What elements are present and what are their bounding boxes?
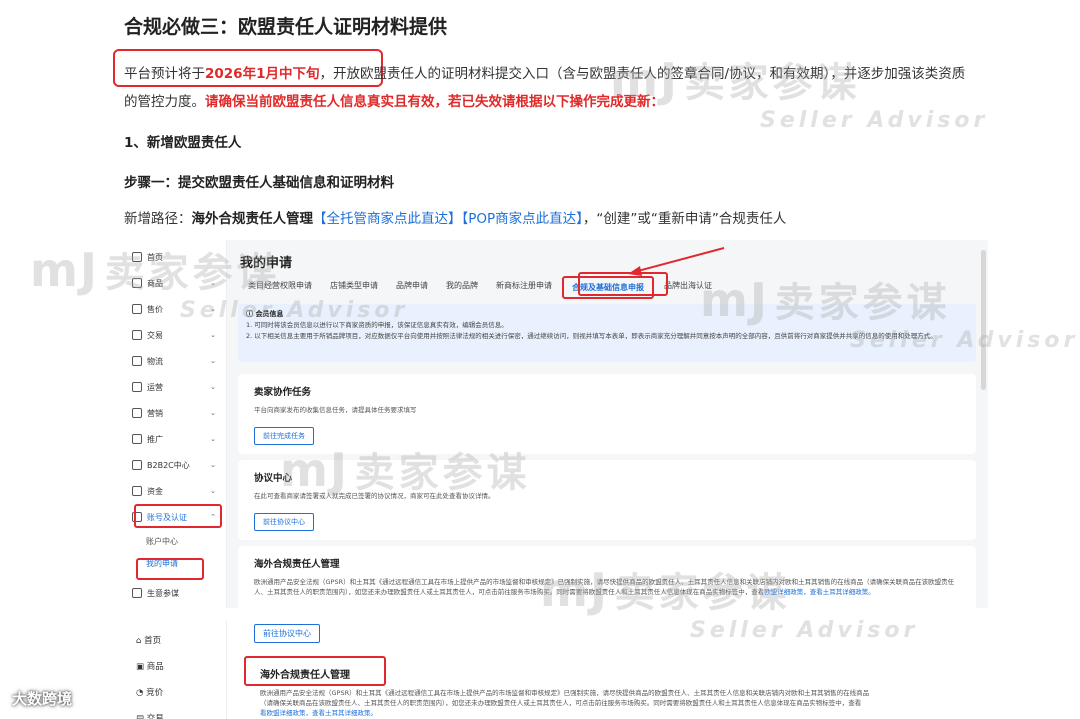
menu-icon bbox=[132, 252, 142, 262]
card-title: 卖家协作任务 bbox=[254, 387, 312, 398]
sidebar-item-label: 售价 bbox=[147, 304, 163, 314]
sidebar-sub-account-center[interactable]: 账户中心 bbox=[126, 530, 226, 552]
menu-icon bbox=[132, 278, 142, 288]
card-title: 协议中心 bbox=[254, 473, 293, 484]
sidebar-item-bidding[interactable]: ◔ 竞价 bbox=[136, 686, 163, 698]
scrollbar[interactable] bbox=[981, 250, 986, 390]
tab-item[interactable]: 类目经营权限申请 bbox=[240, 276, 320, 299]
chevron-icon: ⌄ bbox=[210, 331, 216, 339]
path-suffix: ，“创建”或“重新申请”合规责任人 bbox=[582, 211, 787, 227]
chevron-icon: ⌄ bbox=[210, 305, 216, 313]
tab-item[interactable]: 店铺类型申请 bbox=[322, 276, 386, 299]
sidebar-item[interactable]: 推广 ⌄ bbox=[126, 426, 226, 452]
card-title: 海外合规责任人管理 bbox=[260, 670, 350, 681]
notice-title: ⓘ 会员信息 bbox=[246, 310, 284, 318]
sidebar: ⌂ 首页 ▣ 商品 ◔ 竞价 ▤ 交易 bbox=[126, 620, 227, 719]
sidebar-item-label: 运营 bbox=[147, 382, 163, 392]
menu-icon bbox=[132, 382, 142, 392]
sidebar-item[interactable]: 物流 ⌄ bbox=[126, 348, 226, 374]
sidebar-item[interactable]: B2B2C中心 ⌄ bbox=[126, 452, 226, 478]
policy-links[interactable]: 欧盟详细政策，查看土耳其详细政策。 bbox=[764, 588, 875, 596]
section-1-title: 1、新增欧盟责任人 bbox=[124, 135, 242, 151]
notice-line-2: 2. 以下相关信息主要用于所销品牌项目，对应数据仅平台向使用并按照法律法规的相关… bbox=[246, 332, 937, 340]
menu-icon bbox=[132, 460, 142, 470]
pop-merchant-link[interactable]: 【POP商家点此直达】 bbox=[462, 211, 583, 227]
sidebar-item[interactable]: 首页 bbox=[126, 244, 226, 270]
para-prefix: 平台预计将于 bbox=[124, 66, 205, 82]
card-desc: 在此可查看商家请签署或人就完成已签署的协议情况，商家可在此处查看协议详情。 bbox=[254, 492, 495, 500]
arrow-annotation bbox=[628, 247, 725, 276]
embedded-screenshot-1: 首页 商品 ⌄ 售价 ⌄ 交易 ⌄ 物流 ⌄ 运营 ⌄ 营销 ⌄ 推广 ⌄ B2B2C中心 ⌄ 资金 ⌄ 账号及认证 ⌃… bbox=[126, 240, 988, 608]
chevron-icon: ⌄ bbox=[210, 487, 216, 495]
card-desc: 欧洲通用产品安全法规（GPSR）和土耳其《通过远程通信工具在市场上提供产品的市场… bbox=[254, 578, 955, 596]
chevron-icon: ⌄ bbox=[210, 409, 216, 417]
chevron-icon: ⌄ bbox=[210, 279, 216, 287]
menu-icon bbox=[132, 356, 142, 366]
card-desc: 欧洲通用产品安全法规（GPSR）和土耳其《通过远程通信工具在市场上提供产品的市场… bbox=[260, 689, 870, 717]
intro-paragraph: 平台预计将于2026年1月中下旬，开放欧盟责任人的证明材料提交入口（含与欧盟责任… bbox=[124, 60, 970, 116]
sidebar-highlight bbox=[134, 504, 222, 528]
sidebar-item-label: 商品 bbox=[147, 278, 163, 288]
sidebar-item[interactable]: 资金 ⌄ bbox=[126, 478, 226, 504]
sidebar: 首页 商品 ⌄ 售价 ⌄ 交易 ⌄ 物流 ⌄ 运营 ⌄ 营销 ⌄ 推广 ⌄ B2B2C中心 ⌄ 资金 ⌄ 账号及认证 ⌃… bbox=[126, 240, 227, 608]
step-1-title: 步骤一：提交欧盟责任人基础信息和证明材料 bbox=[124, 175, 394, 191]
sidebar-item-label: 交易 bbox=[147, 330, 163, 340]
go-agreement-center-button[interactable]: 前往协议中心 bbox=[254, 624, 320, 643]
tab-item[interactable]: 品牌申请 bbox=[388, 276, 436, 299]
tab-item[interactable]: 我的品牌 bbox=[438, 276, 486, 299]
menu-icon bbox=[132, 408, 142, 418]
chevron-icon: ⌄ bbox=[210, 357, 216, 365]
chevron-icon: ⌄ bbox=[210, 461, 216, 469]
sidebar-item[interactable]: 交易 ⌄ bbox=[126, 322, 226, 348]
main-area: 我的申请 类目经营权限申请 店铺类型申请 品牌申请 我的品牌 新商标注册申请 合规及基础信… bbox=[232, 240, 988, 608]
source-footer: 大数跨境 bbox=[12, 690, 73, 708]
card-desc: 平台向商家发布的收集信息任务，请提具体任务要求填写 bbox=[254, 406, 417, 414]
chevron-icon: ⌄ bbox=[210, 435, 216, 443]
sidebar-item-trade[interactable]: ▤ 交易 bbox=[136, 712, 164, 719]
card-seller-tasks: 卖家协作任务 平台向商家发布的收集信息任务，请提具体任务要求填写 前往完成任务 bbox=[238, 374, 976, 454]
go-complete-task-button[interactable]: 前往完成任务 bbox=[254, 427, 314, 445]
card-overseas-compliance: 海外合规责任人管理 欧洲通用产品安全法规（GPSR）和土耳其《通过远程通信工具在… bbox=[238, 546, 976, 608]
path-target: 海外合规责任人管理 bbox=[191, 211, 314, 227]
sidebar-item-label: 生意参谋 bbox=[147, 588, 179, 598]
sidebar-item-label: 推广 bbox=[147, 434, 163, 444]
card-title: 海外合规责任人管理 bbox=[254, 559, 340, 570]
sidebar-item[interactable]: 商品 ⌄ bbox=[126, 270, 226, 296]
menu-icon bbox=[132, 434, 142, 444]
menu-icon bbox=[132, 304, 142, 314]
sidebar-item-label: 物流 bbox=[147, 356, 163, 366]
page-title: 我的申请 bbox=[240, 256, 293, 271]
sidebar-item-label: 营销 bbox=[147, 408, 163, 418]
sidebar-item[interactable]: 营销 ⌄ bbox=[126, 400, 226, 426]
full-custody-link[interactable]: 【全托管商家点此直达】 bbox=[313, 211, 462, 227]
sidebar-item[interactable]: 运营 ⌄ bbox=[126, 374, 226, 400]
sidebar-item[interactable]: 售价 ⌄ bbox=[126, 296, 226, 322]
path-prefix: 新增路径： bbox=[124, 211, 192, 227]
chevron-icon: ⌄ bbox=[210, 383, 216, 391]
menu-icon bbox=[132, 486, 142, 496]
member-info-notice: ⓘ 会员信息 1. 可同时将该会员信息以进行以下商家资质的申报，该保证信息真实有… bbox=[238, 304, 976, 362]
chart-icon bbox=[132, 588, 142, 598]
embedded-screenshot-2: ⌂ 首页 ▣ 商品 ◔ 竞价 ▤ 交易 前往协议中心 海外合规责任人管理 欧洲通… bbox=[126, 620, 988, 719]
notice-line-1: 1. 可同时将该会员信息以进行以下商家资质的申报，该保证信息真实有效，编辑会员信… bbox=[246, 321, 508, 329]
menu-icon bbox=[132, 330, 142, 340]
submenu-highlight bbox=[136, 558, 204, 580]
sidebar-item-label: 资金 bbox=[147, 486, 163, 496]
sidebar-item-products[interactable]: ▣ 商品 bbox=[136, 660, 164, 672]
warning-text: 请确保当前欧盟责任人信息真实且有效，若已失效请根据以下操作完成更新： bbox=[205, 94, 664, 110]
date-highlight: 2026年1月中下旬 bbox=[205, 66, 320, 82]
sidebar-item-label: B2B2C中心 bbox=[147, 460, 190, 470]
tab-item[interactable]: 新商标注册申请 bbox=[488, 276, 560, 299]
sidebar-item-business-advisor[interactable]: 生意参谋 bbox=[126, 580, 226, 606]
nav-path: 新增路径：海外合规责任人管理【全托管商家点此直达】【POP商家点此直达】，“创建… bbox=[124, 207, 786, 227]
card-agreement-center: 协议中心 在此可查看商家请签署或人就完成已签署的协议情况，商家可在此处查看协议详… bbox=[238, 460, 976, 540]
go-agreement-center-button[interactable]: 前往协议中心 bbox=[254, 513, 314, 531]
section-heading: 合规必做三：欧盟责任人证明材料提供 bbox=[124, 16, 448, 38]
sidebar-item-home[interactable]: ⌂ 首页 bbox=[136, 634, 161, 646]
sidebar-item-label: 首页 bbox=[147, 252, 163, 262]
